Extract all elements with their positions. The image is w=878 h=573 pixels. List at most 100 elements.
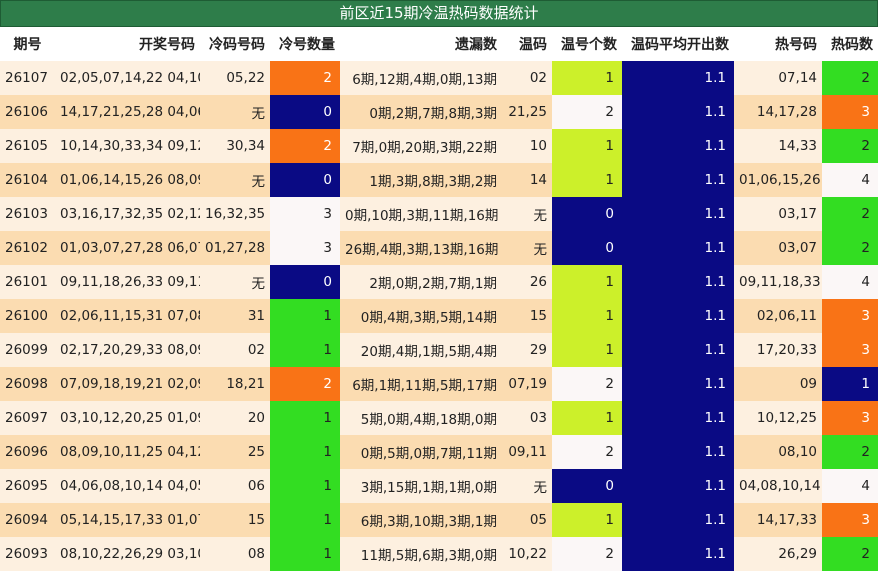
- cell-cold-numbers: 无: [200, 163, 270, 197]
- cell-warm-count: 1: [552, 163, 622, 197]
- cell-cold-count: 2: [270, 129, 340, 163]
- header-miss: 遗漏数: [340, 27, 502, 61]
- cell-cold-count: 0: [270, 95, 340, 129]
- table-row: 26100 02,06,11,15,31 07,08 31 1 0期,4期,3期,5期,…: [0, 299, 878, 333]
- cell-draw-numbers: 07,09,18,19,21 02,09: [55, 367, 200, 401]
- table-row: 26106 14,17,21,25,28 04,06 无 0 0期,2期,7期,8期,3…: [0, 95, 878, 129]
- cell-draw-numbers: 03,10,12,20,25 01,09: [55, 401, 200, 435]
- cell-warm-count: 1: [552, 61, 622, 95]
- cell-warm-count: 1: [552, 503, 622, 537]
- cell-warm-avg: 1.1: [622, 197, 734, 231]
- cell-hot-count: 2: [822, 435, 878, 469]
- cell-warm-avg: 1.1: [622, 299, 734, 333]
- cell-warm-numbers: 10: [502, 129, 552, 163]
- cell-warm-avg: 1.1: [622, 333, 734, 367]
- cell-hot-numbers: 04,08,10,14: [734, 469, 822, 503]
- cell-cold-numbers: 06: [200, 469, 270, 503]
- cell-issue: 26099: [0, 333, 55, 367]
- cell-cold-numbers: 20: [200, 401, 270, 435]
- cell-draw-numbers: 09,11,18,26,33 09,11: [55, 265, 200, 299]
- cell-hot-count: 3: [822, 299, 878, 333]
- cell-hot-count: 4: [822, 265, 878, 299]
- cell-warm-avg: 1.1: [622, 435, 734, 469]
- cell-cold-count: 3: [270, 197, 340, 231]
- cell-warm-numbers: 05: [502, 503, 552, 537]
- cell-miss: 6期,12期,4期,0期,13期: [340, 61, 502, 95]
- cell-warm-numbers: 21,25: [502, 95, 552, 129]
- cell-draw-numbers: 08,09,10,11,25 04,12: [55, 435, 200, 469]
- cell-draw-numbers: 01,03,07,27,28 06,07: [55, 231, 200, 265]
- table-row: 26098 07,09,18,19,21 02,09 18,21 2 6期,1期,11期…: [0, 367, 878, 401]
- cell-warm-count: 0: [552, 231, 622, 265]
- cell-hot-numbers: 10,12,25: [734, 401, 822, 435]
- cell-warm-numbers: 26: [502, 265, 552, 299]
- cell-issue: 26106: [0, 95, 55, 129]
- cell-cold-count: 2: [270, 61, 340, 95]
- cell-cold-numbers: 30,34: [200, 129, 270, 163]
- header-draw: 开奖号码: [55, 27, 200, 61]
- table-row: 26102 01,03,07,27,28 06,07 01,27,28 3 26期,4期…: [0, 231, 878, 265]
- cell-warm-avg: 1.1: [622, 129, 734, 163]
- table-row: 26099 02,17,20,29,33 08,09 02 1 20期,4期,1期,5期…: [0, 333, 878, 367]
- cell-cold-count: 1: [270, 503, 340, 537]
- cell-hot-count: 3: [822, 333, 878, 367]
- cell-draw-numbers: 08,10,22,26,29 03,10: [55, 537, 200, 571]
- cell-miss: 11期,5期,6期,3期,0期: [340, 537, 502, 571]
- cell-issue: 26096: [0, 435, 55, 469]
- cell-warm-count: 1: [552, 401, 622, 435]
- cell-cold-numbers: 无: [200, 265, 270, 299]
- cell-hot-count: 3: [822, 95, 878, 129]
- cell-cold-count: 1: [270, 299, 340, 333]
- cell-hot-numbers: 02,06,11: [734, 299, 822, 333]
- cell-cold-count: 0: [270, 163, 340, 197]
- cell-warm-numbers: 10,22: [502, 537, 552, 571]
- cell-cold-numbers: 02: [200, 333, 270, 367]
- cell-warm-numbers: 02: [502, 61, 552, 95]
- cell-warm-avg: 1.1: [622, 469, 734, 503]
- cell-hot-count: 3: [822, 401, 878, 435]
- cell-draw-numbers: 14,17,21,25,28 04,06: [55, 95, 200, 129]
- cell-cold-numbers: 16,32,35: [200, 197, 270, 231]
- header-cold-count: 冷号数量: [270, 27, 340, 61]
- cell-miss: 2期,0期,2期,7期,1期: [340, 265, 502, 299]
- cell-miss: 0期,2期,7期,8期,3期: [340, 95, 502, 129]
- cell-issue: 26107: [0, 61, 55, 95]
- table-row: 26095 04,06,08,10,14 04,05 06 1 3期,15期,1期,1期…: [0, 469, 878, 503]
- cell-warm-count: 2: [552, 435, 622, 469]
- table-row: 26096 08,09,10,11,25 04,12 25 1 0期,5期,0期,7期,…: [0, 435, 878, 469]
- table-row: 26094 05,14,15,17,33 01,07 15 1 6期,3期,10期,3期…: [0, 503, 878, 537]
- cell-cold-numbers: 无: [200, 95, 270, 129]
- cell-miss: 0期,4期,3期,5期,14期: [340, 299, 502, 333]
- cell-hot-count: 3: [822, 503, 878, 537]
- cell-draw-numbers: 01,06,14,15,26 08,09: [55, 163, 200, 197]
- cell-warm-avg: 1.1: [622, 95, 734, 129]
- cell-hot-count: 2: [822, 129, 878, 163]
- cell-miss: 1期,3期,8期,3期,2期: [340, 163, 502, 197]
- cell-hot-numbers: 03,07: [734, 231, 822, 265]
- header-warm: 温码: [502, 27, 552, 61]
- cell-warm-count: 1: [552, 299, 622, 333]
- cell-warm-count: 0: [552, 197, 622, 231]
- cell-cold-count: 1: [270, 333, 340, 367]
- cell-warm-count: 0: [552, 469, 622, 503]
- cell-warm-avg: 1.1: [622, 265, 734, 299]
- cell-hot-numbers: 09,11,18,33: [734, 265, 822, 299]
- cell-issue: 26105: [0, 129, 55, 163]
- cell-draw-numbers: 02,17,20,29,33 08,09: [55, 333, 200, 367]
- cell-cold-numbers: 08: [200, 537, 270, 571]
- cell-issue: 26104: [0, 163, 55, 197]
- cell-cold-numbers: 31: [200, 299, 270, 333]
- table-row: 26104 01,06,14,15,26 08,09 无 0 1期,3期,8期,3期,2…: [0, 163, 878, 197]
- cell-issue: 26101: [0, 265, 55, 299]
- header-warm-avg: 温码平均开出数: [622, 27, 734, 61]
- cell-draw-numbers: 02,05,07,14,22 04,10: [55, 61, 200, 95]
- cell-warm-count: 1: [552, 129, 622, 163]
- cell-warm-avg: 1.1: [622, 231, 734, 265]
- cell-miss: 5期,0期,4期,18期,0期: [340, 401, 502, 435]
- cell-issue: 26098: [0, 367, 55, 401]
- table-row: 26105 10,14,30,33,34 09,12 30,34 2 7期,0期,20期…: [0, 129, 878, 163]
- cell-warm-numbers: 14: [502, 163, 552, 197]
- table-body: 26107 02,05,07,14,22 04,10 05,22 2 6期,12期,4期…: [0, 61, 878, 571]
- cell-hot-numbers: 26,29: [734, 537, 822, 571]
- cell-warm-avg: 1.1: [622, 537, 734, 571]
